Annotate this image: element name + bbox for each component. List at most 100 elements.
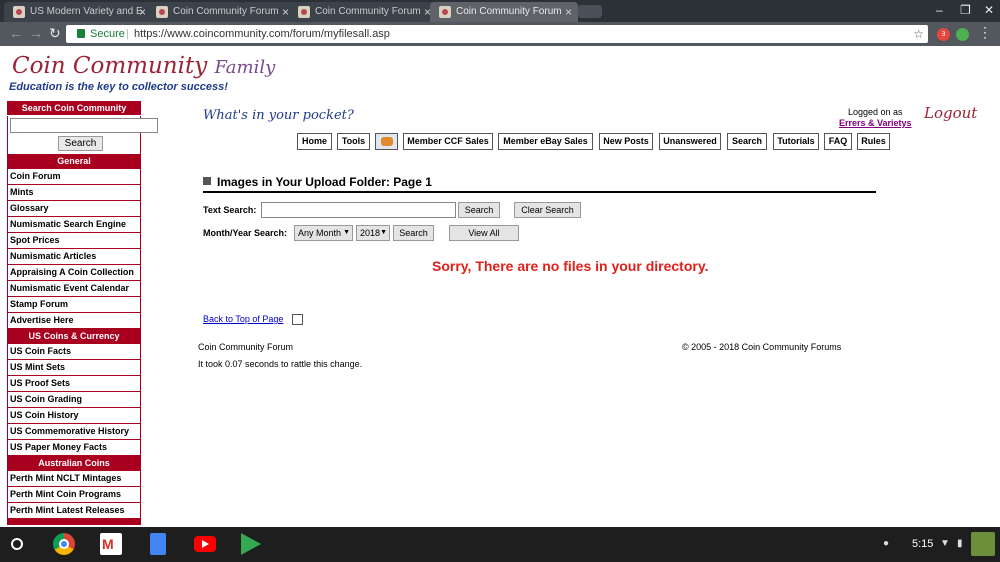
sidebar-item-coin-forum[interactable]: Coin Forum: [7, 169, 141, 185]
menu-dots-icon[interactable]: ⋮: [978, 24, 992, 41]
divider: [203, 191, 876, 193]
wifi-icon[interactable]: ▼: [940, 538, 950, 549]
sidebar-item-perth-programs[interactable]: Perth Mint Coin Programs: [7, 487, 141, 503]
year-select[interactable]: 2018 ▼: [356, 225, 390, 241]
restore-icon[interactable]: ❐: [960, 3, 971, 17]
text-search-input[interactable]: [261, 202, 456, 218]
nav-search[interactable]: Search: [727, 133, 767, 150]
sidebar-item-us-coin-history[interactable]: US Coin History: [7, 408, 141, 424]
nav-ccf-sales[interactable]: Member CCF Sales: [403, 133, 493, 150]
favicon-icon: [298, 6, 310, 18]
page-title: Images in Your Upload Folder: Page 1: [203, 175, 432, 189]
sidebar-item-perth-nclt[interactable]: Perth Mint NCLT Mintages: [7, 471, 141, 487]
new-tab-button[interactable]: [578, 5, 602, 18]
text-search-label: Text Search:: [203, 205, 257, 215]
sidebar-item-event-calendar[interactable]: Numismatic Event Calendar: [7, 281, 141, 297]
clear-search-button[interactable]: Clear Search: [514, 202, 581, 218]
logout-link[interactable]: Logout: [924, 104, 977, 122]
nav-home[interactable]: Home: [297, 133, 332, 150]
sidebar-item-glossary[interactable]: Glossary: [7, 201, 141, 217]
sidebar-item-us-commemorative[interactable]: US Commemorative History: [7, 424, 141, 440]
sidebar-item-spot-prices[interactable]: Spot Prices: [7, 233, 141, 249]
browser-tab[interactable]: Coin Community Forum ×: [289, 2, 437, 22]
view-all-button[interactable]: View All: [449, 225, 519, 241]
sidebar-item-perth-releases[interactable]: Perth Mint Latest Releases: [7, 503, 141, 519]
sidebar-item-us-mint-sets[interactable]: US Mint Sets: [7, 360, 141, 376]
sidebar-item-mints[interactable]: Mints: [7, 185, 141, 201]
nav-tutorials[interactable]: Tutorials: [773, 133, 819, 150]
sidebar-item-stamp-forum[interactable]: Stamp Forum: [7, 297, 141, 313]
browser-tab-strip: US Modern Variety and E × Coin Community …: [0, 0, 1000, 22]
tab-title: US Modern Variety and E: [30, 6, 143, 17]
tab-title: Coin Community Forum: [315, 6, 421, 17]
nav-ebay-sales[interactable]: Member eBay Sales: [498, 133, 593, 150]
bookmark-star-icon[interactable]: ☆: [913, 25, 924, 43]
gmail-icon[interactable]: M: [100, 533, 122, 555]
logged-on-label: Logged on as: [848, 107, 903, 117]
sidebar-item-advertise[interactable]: Advertise Here: [7, 313, 141, 329]
docs-icon[interactable]: [150, 533, 166, 555]
favicon-icon: [13, 6, 25, 18]
play-store-icon[interactable]: [241, 533, 261, 555]
web-page: Coin Community Family Education is the k…: [0, 46, 1000, 527]
security-label: Secure: [90, 28, 125, 40]
pocket-link[interactable]: What's in your pocket?: [203, 108, 354, 123]
nav-unanswered[interactable]: Unanswered: [659, 133, 721, 150]
nav-faq[interactable]: FAQ: [824, 133, 852, 150]
launcher-icon[interactable]: [11, 538, 23, 550]
extension-badge-icon[interactable]: 3: [937, 28, 950, 41]
month-select[interactable]: Any Month ▼: [294, 225, 353, 241]
nav-new-posts[interactable]: New Posts: [599, 133, 653, 150]
back-to-top-icon[interactable]: [292, 314, 303, 325]
url-text: https://www.coincommunity.com/forum/myfi…: [134, 28, 390, 40]
site-logo[interactable]: Coin Community Family: [12, 53, 275, 79]
chrome-icon[interactable]: [53, 533, 75, 555]
os-shelf: M ● 5:15 ▼ ▮: [0, 527, 1000, 562]
footer-copyright: © 2005 - 2018 Coin Community Forums: [682, 342, 842, 352]
no-files-message: Sorry, There are no files in your direct…: [432, 258, 709, 274]
forward-icon[interactable]: →: [29, 25, 43, 41]
username-link[interactable]: Errers & Varietys: [839, 118, 912, 128]
sidebar-item-us-coin-facts[interactable]: US Coin Facts: [7, 344, 141, 360]
minimize-icon[interactable]: –: [936, 3, 943, 17]
clock[interactable]: 5:15: [912, 538, 933, 550]
sidebar-item-articles[interactable]: Numismatic Articles: [7, 249, 141, 265]
text-search-button[interactable]: Search: [458, 202, 500, 218]
sidebar-item-search-engine[interactable]: Numismatic Search Engine: [7, 217, 141, 233]
notification-icon[interactable]: ●: [883, 538, 889, 549]
avatar[interactable]: [971, 532, 995, 556]
tab-title: Coin Community Forum: [173, 6, 279, 17]
address-bar[interactable]: Secure | https://www.coincommunity.com/f…: [66, 25, 928, 43]
back-icon[interactable]: ←: [9, 25, 23, 41]
month-year-label: Month/Year Search:: [203, 228, 288, 238]
bullet-icon: [203, 177, 211, 185]
browser-tab[interactable]: US Modern Variety and E ×: [4, 2, 152, 22]
browser-tab[interactable]: Coin Community Forum ×: [147, 2, 295, 22]
lock-icon: [77, 29, 85, 38]
close-window-icon[interactable]: ✕: [984, 3, 994, 17]
nav-tools[interactable]: Tools: [337, 133, 370, 150]
footer-timing: It took 0.07 seconds to rattle this chan…: [198, 359, 363, 369]
reload-icon[interactable]: ↻: [49, 25, 61, 42]
browser-tab-active[interactable]: Coin Community Forum ×: [430, 2, 578, 22]
sidebar-item-us-proof-sets[interactable]: US Proof Sets: [7, 376, 141, 392]
back-to-top-link[interactable]: Back to Top of Page: [203, 314, 283, 324]
nav-rules[interactable]: Rules: [857, 133, 890, 150]
youtube-icon[interactable]: [194, 536, 216, 552]
close-tab-icon[interactable]: ×: [282, 2, 289, 22]
close-tab-icon[interactable]: ×: [139, 2, 146, 22]
sidebar-item-us-paper-money[interactable]: US Paper Money Facts: [7, 440, 141, 456]
battery-icon[interactable]: ▮: [957, 538, 963, 549]
sidebar-search-button[interactable]: Search: [58, 136, 103, 151]
sidebar-item-us-coin-grading[interactable]: US Coin Grading: [7, 392, 141, 408]
footer-site-name: Coin Community Forum: [198, 342, 294, 352]
sidebar-search-input[interactable]: [10, 118, 158, 133]
month-search-button[interactable]: Search: [393, 225, 434, 241]
sidebar-search-title: Search Coin Community: [7, 101, 141, 116]
nav-people-icon[interactable]: [375, 133, 398, 150]
close-tab-icon[interactable]: ×: [565, 2, 572, 22]
extension-icon[interactable]: [956, 28, 969, 41]
favicon-icon: [439, 6, 451, 18]
sidebar-item-appraising[interactable]: Appraising A Coin Collection: [7, 265, 141, 281]
favicon-icon: [156, 6, 168, 18]
